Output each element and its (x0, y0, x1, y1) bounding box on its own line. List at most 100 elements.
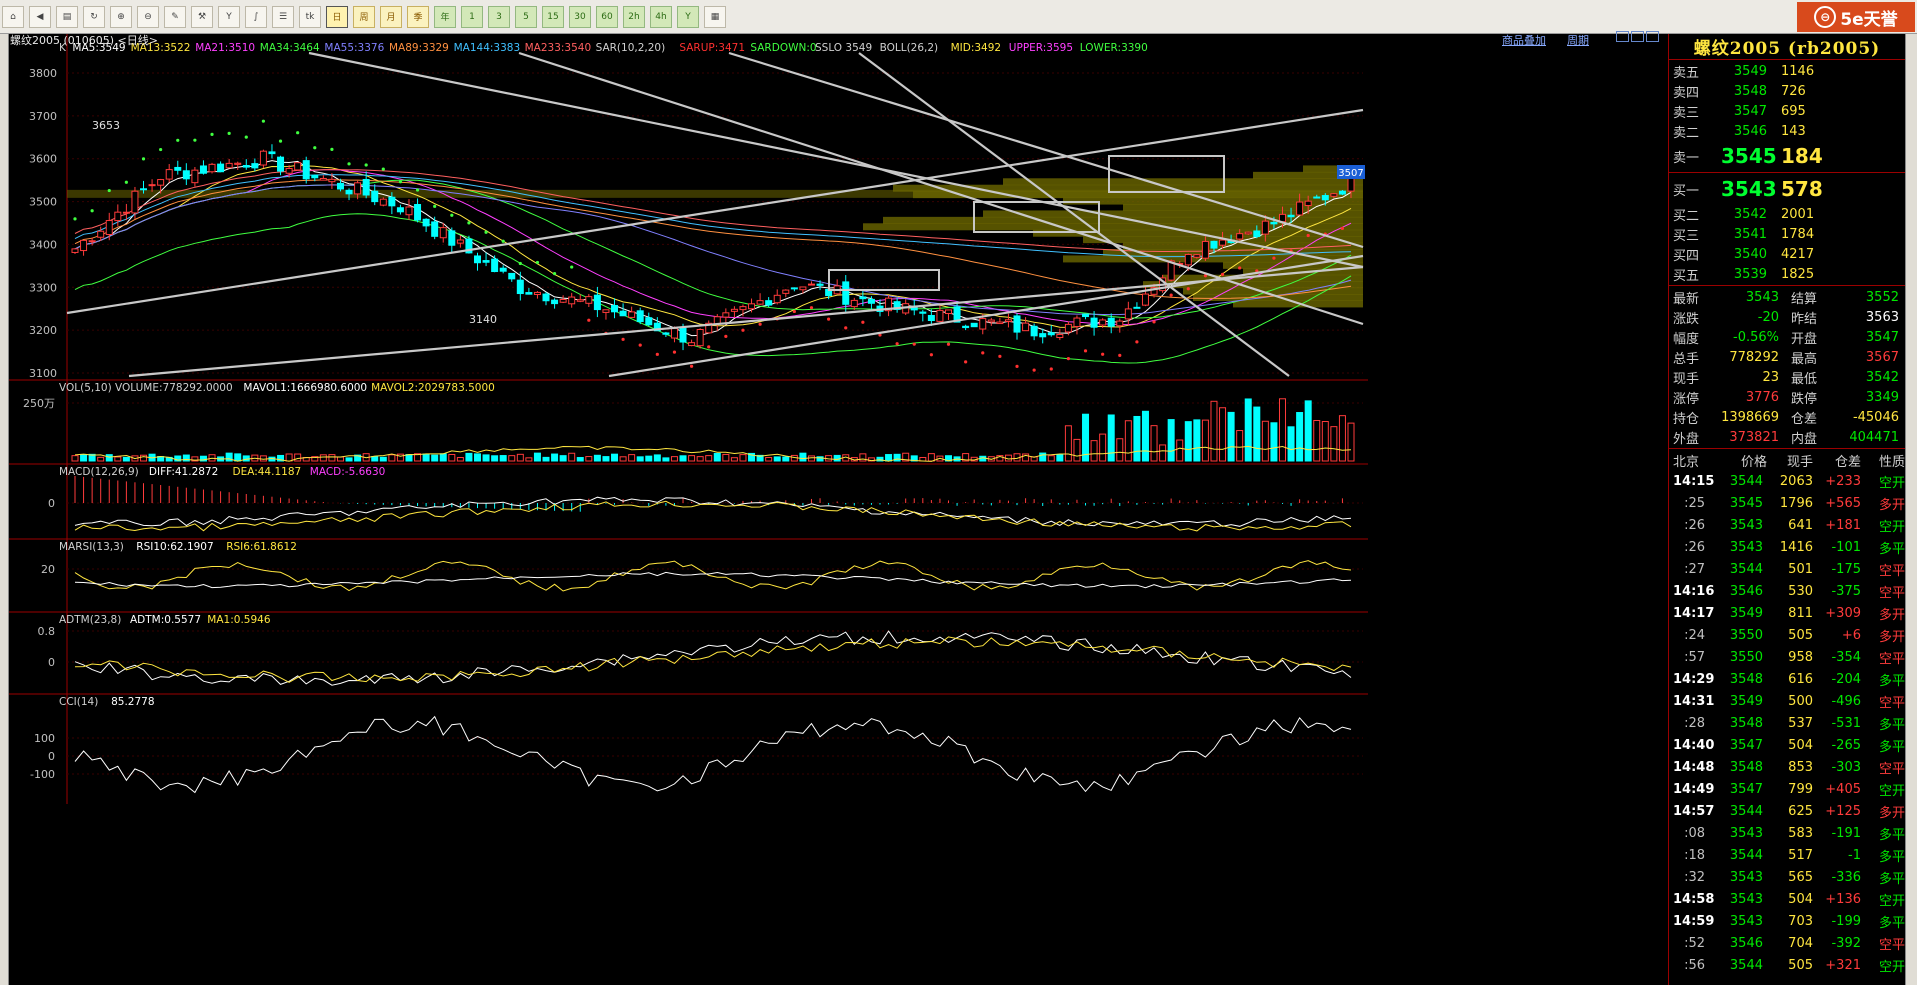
candle (1022, 322, 1030, 332)
price-tick: 3500 (29, 196, 57, 209)
adtm-tick: 0 (48, 656, 55, 669)
legend-item: SARUP:3471 (679, 42, 745, 54)
period-button-10[interactable]: 60 (596, 5, 618, 28)
period-button-3[interactable]: 季 (407, 5, 429, 28)
tick-row: 14:15 3544 2063 +233 空开 (1673, 473, 1905, 491)
period-button-1[interactable]: 周 (353, 5, 375, 28)
candle (1082, 313, 1090, 318)
stat-row: 现手 23 最低 3542 (1673, 369, 1899, 387)
price-tick: 3100 (29, 367, 57, 380)
zoom-out-button[interactable]: ⊖ (137, 5, 159, 28)
legend-item: ADTM:0.5577 (130, 614, 201, 626)
overlay-commodity-link[interactable]: 商品叠加 (1502, 32, 1546, 48)
list-button[interactable]: ☰ (272, 5, 294, 28)
tick-chart-button[interactable]: tk (299, 5, 321, 28)
draw-button[interactable]: ✎ (164, 5, 186, 28)
period-button-8[interactable]: 15 (542, 5, 564, 28)
candle (191, 169, 199, 184)
legend-item: MACD(12,26,9) (59, 466, 139, 478)
legend-item: DEA:44.1187 (233, 466, 302, 478)
candle (114, 211, 122, 222)
zoom-in-button[interactable]: ⊕ (110, 5, 132, 28)
tools-button[interactable]: ⚒ (191, 5, 213, 28)
candle (970, 322, 978, 328)
asks-row: 卖三 3547 695 (1673, 103, 1806, 121)
candle (679, 327, 687, 343)
period-button-5[interactable]: 1 (461, 5, 483, 28)
candle (568, 296, 576, 305)
home-button[interactable]: ⌂ (2, 5, 24, 28)
min-button[interactable] (1631, 31, 1644, 42)
back-button[interactable]: ◀ (29, 5, 51, 28)
candle (730, 308, 738, 312)
candle (277, 156, 285, 172)
candle (936, 309, 944, 322)
legend-item: RSI10:62.1907 (136, 541, 213, 553)
candle (131, 190, 139, 214)
candle (1270, 221, 1278, 225)
bids-row: 买四 3540 4217 (1673, 246, 1815, 264)
ticks-col-4: 性质 (1878, 454, 1905, 470)
candle (628, 311, 636, 318)
restore-button[interactable] (1616, 31, 1629, 42)
max-button[interactable] (1646, 31, 1659, 42)
candle (1313, 196, 1321, 199)
candle (1124, 308, 1132, 320)
candle (1047, 332, 1055, 336)
period-button-4[interactable]: 年 (434, 5, 456, 28)
candle (302, 160, 310, 180)
period-button-7[interactable]: 5 (515, 5, 537, 28)
period-button-12[interactable]: 4h (650, 5, 672, 28)
candle (1030, 325, 1038, 337)
candle (499, 267, 507, 272)
ask1-row: 卖一 3545 184 (1673, 144, 1823, 168)
candle (456, 239, 464, 244)
candle (1064, 323, 1072, 333)
home-icon: ⌂ (10, 11, 16, 22)
candle (148, 184, 156, 187)
kline-chart-area[interactable]: 3800 3700 3600 3500 3400 3300 3200 3100 3653 3140… (9, 34, 1668, 985)
right-side-tabs[interactable] (1905, 34, 1917, 985)
news-button[interactable]: ▤ (56, 5, 78, 28)
legend-item: MAVOL1:1666980.6000 (243, 382, 367, 394)
price-flag-label: 3507 (1338, 168, 1363, 179)
candle (559, 299, 567, 303)
refresh-button[interactable]: ↻ (83, 5, 105, 28)
ask-book: 卖五 3549 1146 卖四 3548 726 卖三 3547 695 卖二 3546 143 (1669, 61, 1905, 141)
candle (88, 240, 96, 243)
candle (234, 162, 242, 165)
candle (722, 312, 730, 318)
candle (1330, 193, 1338, 197)
tick-row: :32 3543 565 -336 多平 (1684, 869, 1905, 887)
candle (294, 162, 302, 171)
period-button-0[interactable]: 日 (326, 5, 348, 28)
tick-row: 14:29 3548 616 -204 多平 (1673, 671, 1905, 689)
cci-tick: -100 (30, 768, 55, 781)
period-button-11[interactable]: 2h (623, 5, 645, 28)
left-side-tabs[interactable] (0, 34, 9, 985)
indicator-button[interactable]: Y (218, 5, 240, 28)
cci-tick: 100 (34, 732, 55, 745)
indicator-icon: Y (226, 11, 232, 22)
period-link[interactable]: 周期 (1567, 32, 1589, 48)
legend-item: LOWER:3390 (1080, 42, 1148, 54)
ticks-header: 北京 价格 现手 仓差 性质 (1669, 450, 1905, 470)
tick-list[interactable]: 14:15 3544 2063 +233 空开:25 3545 1796 +565 多开:26 3… (1669, 470, 1905, 976)
period-button-6[interactable]: 3 (488, 5, 510, 28)
legend-item: BOLL(26,2) (880, 42, 939, 54)
stat-row: 持仓 1398669 仓差 -45046 (1673, 409, 1899, 427)
candle (1193, 254, 1201, 258)
window-title: 螺纹2005 (010605) <日线> (10, 34, 158, 47)
calc-button[interactable]: ▦ (704, 5, 726, 28)
candle (525, 292, 533, 295)
candle (1056, 333, 1064, 339)
asks-row: 卖五 3549 1146 (1673, 63, 1815, 81)
candle (105, 220, 113, 236)
period-button-2[interactable]: 月 (380, 5, 402, 28)
tick-row: 14:40 3547 504 -265 多平 (1673, 737, 1905, 755)
period-button-9[interactable]: 30 (569, 5, 591, 28)
legend-item: MA55:3376 (324, 42, 384, 54)
candle (542, 293, 550, 302)
formula-button[interactable]: ∫ (245, 5, 267, 28)
period-button-13[interactable]: Y (677, 5, 699, 28)
